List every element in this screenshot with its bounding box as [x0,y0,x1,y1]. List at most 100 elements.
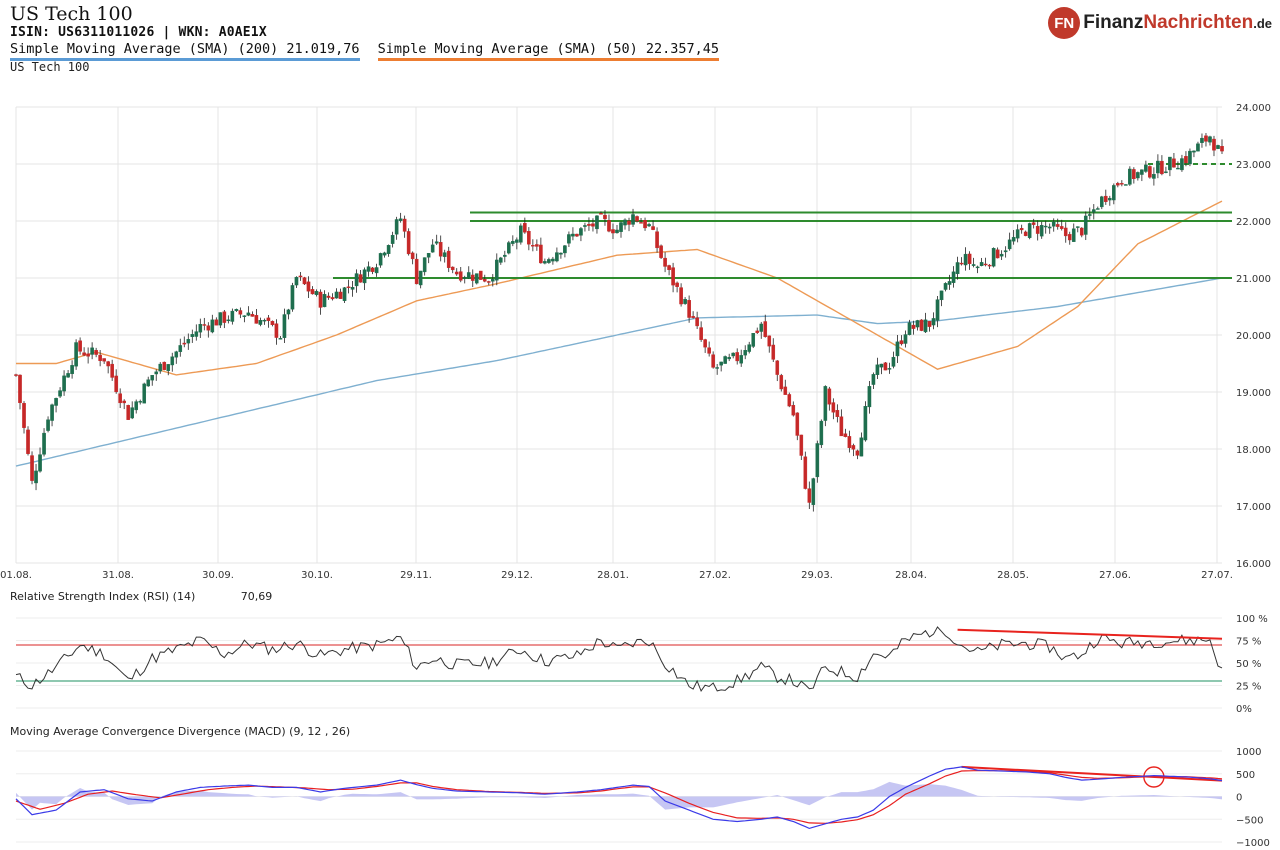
x-tick-label: 30.10. [301,570,333,581]
macd-y-tick: 500 [1236,770,1255,781]
candle-body [414,258,419,285]
y-tick-label: 24.000 [1236,103,1271,114]
candle-body [643,220,647,229]
candle-body [490,279,495,282]
candle-body [567,234,571,244]
candle-body [655,231,659,249]
candle-body [1063,227,1068,237]
candle-body [18,374,22,404]
candle-body [851,445,856,450]
candle-body [811,478,816,505]
candle-body [799,434,804,456]
candle-body [1067,234,1072,241]
candle-body [174,351,179,358]
candle-body [875,364,880,375]
candle-body [535,244,539,247]
candle-body [1003,250,1008,253]
candle-body [1039,225,1044,237]
candle-body [110,363,114,378]
candle-body [158,363,163,372]
candle-body [1152,174,1156,179]
candle-body [871,374,876,385]
x-tick-label: 31.08. [102,570,134,581]
candle-body [282,314,287,338]
candle-body [683,299,687,304]
y-tick-label: 18.000 [1236,445,1271,456]
candle-body [362,269,367,284]
candle-body [919,319,924,331]
candle-body [1220,146,1224,152]
candle-body [90,347,94,355]
macd-y-tick: 1000 [1236,747,1261,758]
price-grid: 24.000 23.000 22.000 21.000 20.000 19.000 18.0… [0,103,1271,581]
candle-body [815,443,820,478]
candle-body [543,261,547,264]
candle-body [767,335,772,347]
candle-body [1128,168,1132,185]
candle-body [531,245,535,247]
macd-y-tick: 0 [1236,793,1242,804]
candle-body [1051,221,1056,227]
candle-body [394,219,399,235]
candle-body [30,455,34,481]
candle-body [775,360,780,375]
candle-body [831,402,836,413]
candle-body [42,432,46,455]
candle-body [571,233,575,237]
candle-body [166,364,171,371]
candle-body [1212,138,1216,151]
candle-body [1164,171,1168,173]
candle-body [318,291,323,308]
candle-body [515,239,519,243]
candle-body [647,224,651,227]
candle-body [22,403,26,428]
candle-body [503,254,507,257]
candle-body [1168,156,1172,171]
candle-body [182,342,187,345]
candle-body [727,357,731,360]
candle-body [126,405,130,420]
candle-body [855,450,860,456]
candle-body [975,266,980,269]
candle-body [603,214,607,220]
y-tick-label: 19.000 [1236,388,1271,399]
candle-body [1156,160,1160,174]
candle-body [1059,226,1064,229]
candle-body [434,241,439,244]
candle-body [807,488,812,503]
candle-body [783,386,788,395]
candle-body [374,267,379,274]
candle-body [631,214,635,225]
candle-body [146,379,151,387]
candle-body [198,323,203,333]
chart-canvas[interactable]: 24.000 23.000 22.000 21.000 20.000 19.000 18.0… [0,0,1280,850]
candle-body [1095,208,1100,210]
candle-body [402,218,407,232]
candle-body [735,352,739,362]
candle-body [286,309,291,315]
candle-body [671,267,675,286]
candle-body [959,262,964,265]
candle-body [290,285,295,310]
candle-body [310,289,315,295]
candle-body [194,331,199,337]
candle-body [679,287,683,305]
rsi-panel: 100 % 75 % 50 % 25 % 0% [15,614,1268,715]
candle-body [1148,166,1152,178]
candle-body [987,264,992,267]
candle-body [991,247,996,267]
candle-body [254,315,259,324]
candle-body [963,253,968,266]
candle-body [386,245,391,254]
y-tick-label: 17.000 [1236,502,1271,513]
candle-body [1083,215,1088,235]
candle-body [438,242,443,257]
candle-body [346,286,351,288]
candle-body [390,234,395,244]
candle-body [579,228,583,236]
candle-body [1079,227,1084,236]
candle-body [1204,135,1208,142]
candle-body [186,339,191,344]
candle-body [1116,183,1120,186]
candle-body [78,340,82,352]
